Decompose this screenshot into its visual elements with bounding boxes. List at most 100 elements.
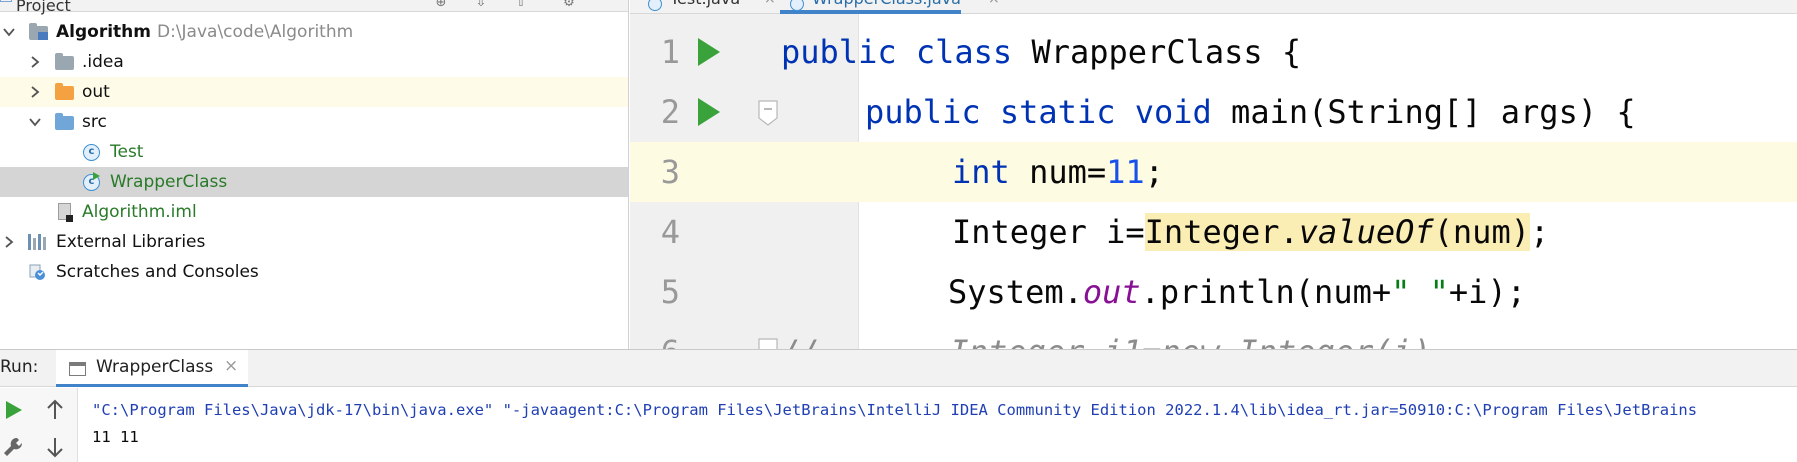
run-tab-wrapperclass[interactable]: WrapperClass × — [56, 350, 248, 387]
code-token: valueOf — [1298, 213, 1434, 251]
code-line-current[interactable]: 3 int num=11; — [630, 142, 1797, 202]
tree-item-label: Algorithm.iml — [82, 202, 197, 222]
code-token: Integer. — [1144, 213, 1299, 251]
tree-item-label: .idea — [82, 52, 124, 72]
chevron-right-icon[interactable] — [2, 234, 16, 250]
rerun-icon[interactable] — [0, 397, 26, 423]
line-number: 1 — [660, 33, 680, 71]
code-line[interactable]: 4 Integer i=Integer.valueOf(num); — [630, 202, 1797, 262]
code-token: Integer i1=new Integer(i) — [820, 333, 1432, 349]
code-token: int — [952, 153, 1010, 191]
code-token: Integer i= — [952, 213, 1145, 251]
source-folder-icon — [55, 113, 74, 131]
module-file-icon — [55, 203, 74, 222]
code-text[interactable]: System.out.println(num+" "+i); — [948, 262, 1526, 322]
tree-item-path: D:\Java\code\Algorithm — [157, 22, 354, 42]
folder-icon — [55, 53, 74, 71]
tree-item-label: out — [82, 82, 110, 102]
code-token: 11 — [1106, 153, 1145, 191]
console-output-line[interactable]: 11 11 — [92, 424, 139, 450]
code-token: public static void — [865, 93, 1212, 131]
tab-label: Test.java — [670, 0, 740, 8]
code-token: System. — [948, 273, 1083, 311]
tree-item-idea[interactable]: .idea — [0, 47, 628, 77]
run-tab-label: WrapperClass — [96, 357, 214, 377]
fold-icon[interactable] — [758, 338, 778, 349]
tree-item-out[interactable]: out — [0, 77, 628, 107]
tree-item-label: Test — [110, 142, 144, 162]
tree-item-external-libraries[interactable]: External Libraries — [0, 227, 628, 257]
down-arrow-icon[interactable] — [42, 434, 68, 460]
project-panel-icon — [0, 0, 12, 2]
code-line[interactable]: 2 public static void main(String[] args)… — [630, 82, 1797, 142]
code-token: .println(num+ — [1140, 273, 1392, 311]
code-highlight: Integer.valueOf(num) — [1144, 213, 1530, 251]
line-number: 2 — [660, 93, 680, 131]
console-command-line[interactable]: "C:\Program Files\Java\jdk-17\bin\java.e… — [92, 397, 1697, 423]
code-text[interactable]: public static void main(String[] args) { — [865, 82, 1636, 142]
tab-test-java[interactable]: Test.java × — [638, 0, 776, 14]
code-editor[interactable]: Test.java × WrapperClass.java × 1 public… — [630, 0, 1797, 349]
line-number: 6 — [630, 322, 680, 349]
console-icon — [69, 362, 86, 376]
code-token: // — [781, 333, 820, 349]
chevron-down-icon[interactable] — [28, 114, 42, 130]
run-icon[interactable] — [698, 98, 720, 126]
code-line[interactable]: 6 //Integer i1=new Integer(i) — [630, 322, 1797, 349]
code-token: (num) — [1433, 213, 1530, 251]
tree-item-label: External Libraries — [56, 232, 206, 252]
code-line[interactable]: 5 System.out.println(num+" "+i); — [630, 262, 1797, 322]
code-text[interactable]: //Integer i1=new Integer(i) — [781, 322, 1431, 349]
module-folder-icon — [29, 23, 48, 41]
wrench-icon[interactable] — [0, 434, 26, 460]
tree-item-algorithm-iml[interactable]: Algorithm.iml — [0, 197, 628, 227]
tree-item-src[interactable]: src — [0, 107, 628, 137]
run-title: Run: — [0, 357, 39, 377]
run-header: Run: WrapperClass × — [0, 350, 1797, 387]
scratches-icon — [28, 263, 47, 281]
project-panel-header: Project ⊕ ⇩ ⇧ ⚙ — [0, 0, 628, 15]
class-icon: c — [82, 143, 101, 161]
libraries-icon — [28, 233, 47, 251]
code-text[interactable]: public class WrapperClass { — [781, 22, 1301, 82]
tab-label: WrapperClass.java — [812, 0, 961, 8]
class-icon — [648, 0, 662, 11]
collapse-all-icon[interactable]: ⇩ — [472, 0, 490, 10]
locate-icon[interactable]: ⊕ — [432, 0, 450, 10]
code-token: ; — [1144, 153, 1164, 191]
code-token: WrapperClass { — [1012, 33, 1302, 71]
tree-item-scratches[interactable]: Scratches and Consoles — [0, 257, 628, 287]
run-icon[interactable] — [698, 38, 720, 66]
runnable-class-icon: c — [82, 172, 101, 191]
chevron-right-icon[interactable] — [28, 54, 42, 70]
tree-item-test[interactable]: c Test — [0, 137, 628, 167]
close-icon[interactable]: × — [988, 0, 1000, 12]
tab-wrapperclass-java[interactable]: WrapperClass.java × — [780, 0, 1000, 14]
line-number: 3 — [660, 153, 680, 191]
chevron-right-icon[interactable] — [28, 84, 42, 100]
excluded-folder-icon — [55, 83, 74, 101]
code-token: " " — [1391, 273, 1449, 311]
class-icon — [790, 0, 804, 11]
code-text[interactable]: int num=11; — [952, 142, 1164, 202]
project-panel: Project ⊕ ⇩ ⇧ ⚙ Algorithm D:\Java\code\A… — [0, 0, 629, 349]
code-token: main(String[] args) { — [1211, 93, 1636, 131]
tree-item-algorithm[interactable]: Algorithm D:\Java\code\Algorithm — [0, 17, 628, 47]
close-icon[interactable]: × — [764, 0, 776, 12]
tree-item-label: Algorithm — [56, 22, 151, 42]
fold-icon[interactable] — [758, 100, 778, 126]
gear-icon[interactable]: ⚙ — [560, 0, 578, 10]
code-token: out — [1082, 273, 1141, 311]
code-token: num= — [1009, 153, 1107, 191]
code-line[interactable]: 1 public class WrapperClass { — [630, 22, 1797, 82]
code-text[interactable]: Integer i=Integer.valueOf(num); — [952, 202, 1549, 262]
run-toolbar — [0, 388, 78, 462]
up-arrow-icon[interactable] — [42, 397, 68, 423]
expand-icon[interactable]: ⇧ — [512, 0, 530, 10]
tree-item-label: WrapperClass — [110, 172, 228, 192]
chevron-down-icon[interactable] — [2, 24, 16, 40]
close-icon[interactable]: × — [224, 356, 238, 376]
tree-item-wrapperclass[interactable]: c WrapperClass — [0, 167, 628, 197]
tree-item-label: Scratches and Consoles — [56, 262, 259, 282]
project-panel-title[interactable]: Project — [16, 0, 71, 15]
